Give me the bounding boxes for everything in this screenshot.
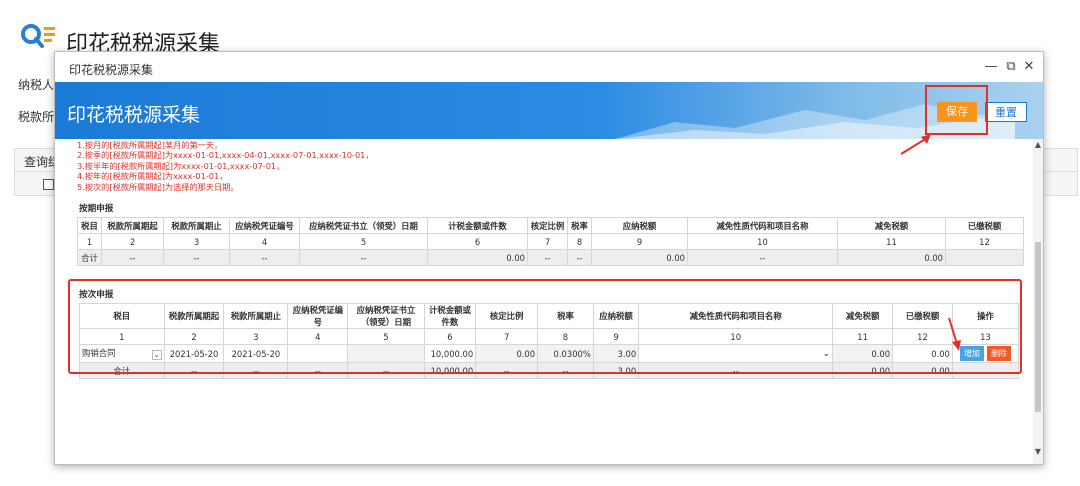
number-cell: 12 [945,233,1024,250]
total-cell: 0.00 [837,249,946,266]
header-cell: 应纳税凭证书立（领受）日期 [299,217,428,234]
number-cell: 7 [527,233,568,250]
total-cell: -- [229,249,300,266]
note-line: 5.按次的[税款所属期起]为选择的那天日期。 [77,181,239,192]
periodic-section-title: 按期申报 [79,204,114,214]
stamp-tax-modal: 印花税税源采集 — ⧉ ✕ 印花税税源采集 保存 重置 1.按月的[税款所属期起… [54,51,1044,465]
note-line: 2.按季的[税款所属期起]为xxxx-01-01,xxxx-04-01,xxxx… [77,150,374,161]
number-cell: 3 [163,233,230,250]
header-cell: 应纳税凭证编号 [229,217,300,234]
background-checkbox[interactable] [43,179,54,190]
per-time-highlight-box [68,279,1022,374]
banner-title: 印花税税源采集 [67,104,201,126]
header-cell: 税目 [77,217,102,234]
total-cell: 0.00 [591,249,688,266]
header-cell: 税率 [567,217,592,234]
header-cell: 税款所属期止 [163,217,230,234]
save-highlight-box [925,85,988,135]
arrow-pointer-icon [948,317,961,351]
close-icon[interactable]: ✕ [1021,59,1037,75]
periodic-total-row: 合计 -- -- -- -- 0.00 -- -- 0.00 -- 0.00 [77,249,1024,266]
total-cell: -- [163,249,230,266]
note-line: 3.按半年的[税款所属期起]为xxxx-01-01,xxxx-07-01， [77,160,285,171]
number-cell: 6 [427,233,528,250]
number-cell: 10 [687,233,838,250]
scroll-thumb[interactable] [1035,242,1041,412]
total-cell: -- [299,249,428,266]
periodic-number-row: 1 2 3 4 5 6 7 8 9 10 11 12 [77,233,1024,250]
modal-titlebar: 印花税税源采集 — ⧉ ✕ [55,52,1043,82]
total-cell [945,249,1024,266]
header-cell: 计税金额或件数 [427,217,528,234]
header-cell: 已缴税额 [945,217,1024,234]
number-cell: 2 [101,233,164,250]
header-cell: 减免税额 [837,217,946,234]
reset-button[interactable]: 重置 [985,102,1027,122]
minimize-icon[interactable]: — [983,59,999,75]
number-cell: 9 [591,233,688,250]
note-line: 1.按月的[税款所属期起]某月的第一天， [77,140,223,150]
total-cell: -- [567,249,592,266]
periodic-table: 税目 税款所属期起 税款所属期止 应纳税凭证编号 应纳税凭证书立（领受）日期 计… [77,217,1024,266]
number-cell: 5 [299,233,428,250]
number-cell: 4 [229,233,300,250]
number-cell: 11 [837,233,946,250]
modal-title: 印花税税源采集 [69,63,154,77]
note-line: 4.按年的[税款所属期起]为xxxx-01-01， [77,171,228,182]
number-cell: 8 [567,233,592,250]
instruction-notes: 1.按月的[税款所属期起]某月的第一天， 2.按季的[税款所属期起]为xxxx-… [77,140,374,192]
total-cell: -- [687,249,838,266]
total-cell: -- [527,249,568,266]
header-cell: 核定比例 [527,217,568,234]
header-cell: 减免性质代码和项目名称 [687,217,838,234]
number-cell: 1 [77,233,102,250]
total-cell: 0.00 [427,249,528,266]
total-cell: -- [101,249,164,266]
scroll-up-icon[interactable]: ▲ [1033,140,1043,149]
search-list-logo-icon [21,24,55,48]
maximize-icon[interactable]: ⧉ [1003,59,1019,75]
periodic-header-row: 税目 税款所属期起 税款所属期止 应纳税凭证编号 应纳税凭证书立（领受）日期 计… [77,217,1024,234]
header-cell: 税款所属期起 [101,217,164,234]
total-cell: 合计 [77,249,102,266]
scroll-down-icon[interactable]: ▼ [1033,447,1043,456]
header-cell: 应纳税额 [591,217,688,234]
modal-banner: 印花税税源采集 [55,82,1043,139]
